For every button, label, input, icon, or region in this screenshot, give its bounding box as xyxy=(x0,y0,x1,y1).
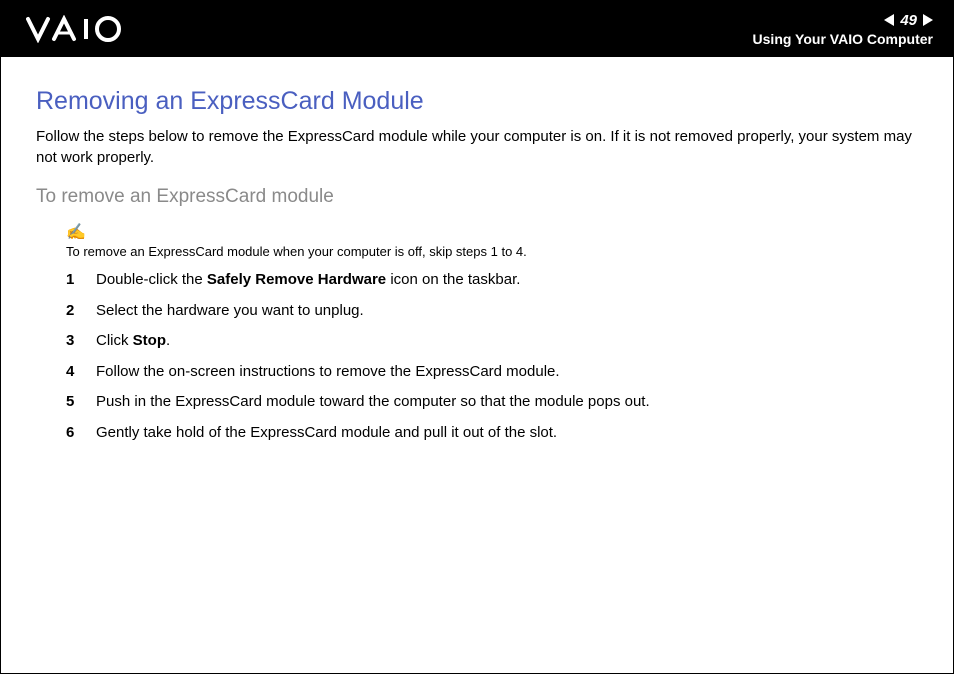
step-bold: Safely Remove Hardware xyxy=(207,271,386,288)
step-text: Follow the on-screen instructions to rem… xyxy=(96,361,560,384)
step-item: Double-click the Safely Remove Hardware … xyxy=(36,269,918,292)
note-text: To remove an ExpressCard module when you… xyxy=(66,244,918,259)
steps-list: Double-click the Safely Remove Hardware … xyxy=(36,269,918,444)
note-icon: ✍ xyxy=(66,222,86,242)
page-heading: Removing an ExpressCard Module xyxy=(36,87,918,116)
intro-paragraph: Follow the steps below to remove the Exp… xyxy=(36,126,918,168)
page-nav: 49 xyxy=(884,12,933,29)
step-bold: Stop xyxy=(133,332,166,349)
note-block: ✍ To remove an ExpressCard module when y… xyxy=(66,222,918,259)
step-text: Push in the ExpressCard module toward th… xyxy=(96,391,650,414)
step-text: Click xyxy=(96,332,133,349)
step-item: Push in the ExpressCard module toward th… xyxy=(36,391,918,414)
next-page-arrow-icon[interactable] xyxy=(923,14,933,26)
step-item: Gently take hold of the ExpressCard modu… xyxy=(36,422,918,445)
prev-page-arrow-icon[interactable] xyxy=(884,14,894,26)
page-content: Removing an ExpressCard Module Follow th… xyxy=(1,57,953,444)
step-item: Click Stop. xyxy=(36,330,918,353)
page-header: 49 Using Your VAIO Computer xyxy=(1,1,953,57)
sub-heading: To remove an ExpressCard module xyxy=(36,186,918,208)
section-title: Using Your VAIO Computer xyxy=(753,31,933,47)
step-text: . xyxy=(166,332,170,349)
step-text: Gently take hold of the ExpressCard modu… xyxy=(96,422,557,445)
step-text: Double-click the xyxy=(96,271,207,288)
step-item: Follow the on-screen instructions to rem… xyxy=(36,361,918,384)
vaio-logo xyxy=(26,15,136,43)
page-number: 49 xyxy=(900,12,917,29)
header-right: 49 Using Your VAIO Computer xyxy=(753,12,933,47)
step-text: Select the hardware you want to unplug. xyxy=(96,300,364,323)
step-item: Select the hardware you want to unplug. xyxy=(36,300,918,323)
step-text: icon on the taskbar. xyxy=(386,271,520,288)
